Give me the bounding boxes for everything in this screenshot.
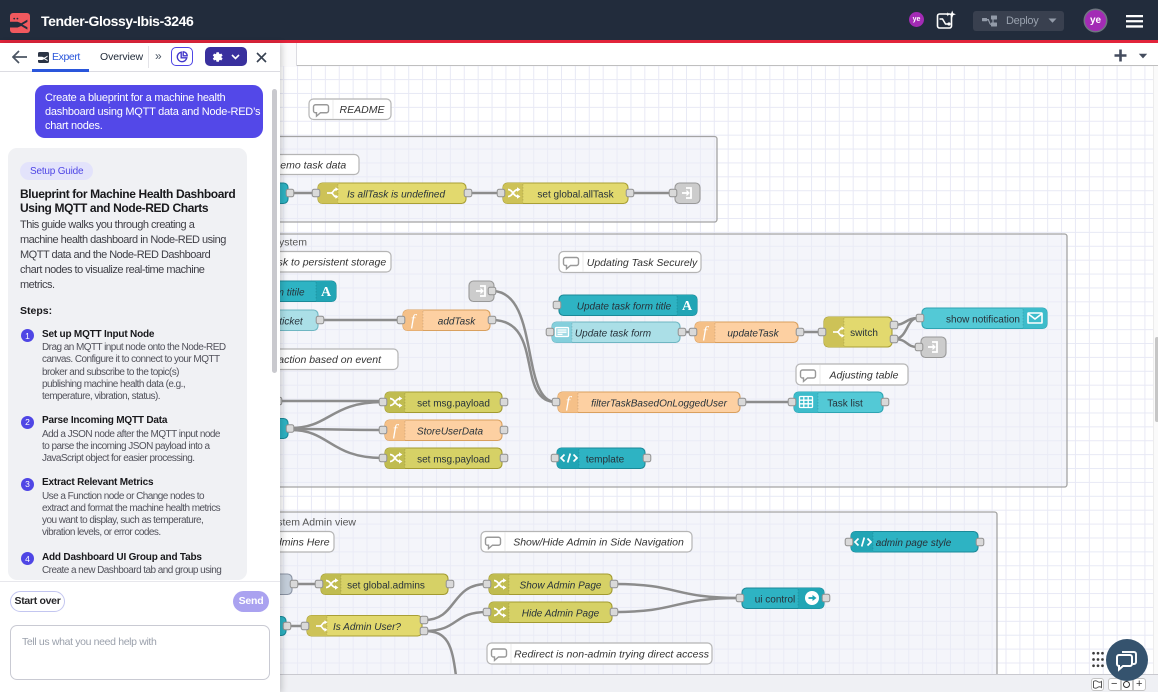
svg-text:set global.allTask: set global.allTask bbox=[537, 189, 614, 200]
svg-text:Update task form: Update task form bbox=[575, 328, 651, 339]
svg-text:Hide Admin Page: Hide Admin Page bbox=[522, 608, 600, 619]
svg-text:admin page style: admin page style bbox=[876, 538, 952, 549]
svg-text:Task list: Task list bbox=[827, 398, 863, 409]
svg-text:Is allTask is undefined: Is allTask is undefined bbox=[347, 189, 445, 200]
svg-text:switch: switch bbox=[850, 328, 878, 339]
svg-text:Task form titile: Task form titile bbox=[280, 287, 305, 298]
svg-text:Updating Task Securely: Updating Task Securely bbox=[587, 257, 698, 269]
svg-text:StoreUserData: StoreUserData bbox=[417, 426, 484, 437]
svg-text:Manage Admins Here: Manage Admins Here bbox=[280, 537, 330, 549]
svg-text:show notification: show notification bbox=[946, 314, 1020, 325]
svg-text:Saving task to persistent stor: Saving task to persistent storage bbox=[280, 257, 386, 269]
svg-text:Update task form title: Update task form title bbox=[577, 301, 672, 312]
svg-text:filterTaskBasedOnLoggedUser: filterTaskBasedOnLoggedUser bbox=[591, 398, 727, 409]
svg-text:updateTask: updateTask bbox=[727, 328, 779, 339]
svg-text:Show/Hide Admin in Side Naviga: Show/Hide Admin in Side Navigation bbox=[513, 537, 684, 549]
svg-text:addTask: addTask bbox=[438, 316, 476, 327]
svg-text:Tasks system: Tasks system bbox=[280, 237, 307, 249]
svg-text:ui control: ui control bbox=[755, 594, 796, 605]
svg-text:Add Task ticket: Add Task ticket bbox=[280, 316, 304, 327]
svg-text:Demo task data: Demo task data bbox=[280, 159, 346, 171]
svg-text:template: template bbox=[586, 454, 625, 465]
svg-text:Take action based on event: Take action based on event bbox=[280, 354, 382, 366]
svg-text:Redirect is non-admin trying d: Redirect is non-admin trying direct acce… bbox=[514, 648, 710, 660]
svg-text:Is Admin User?: Is Admin User? bbox=[333, 622, 401, 633]
svg-text:Adjusting table: Adjusting table bbox=[829, 369, 899, 381]
svg-text:set msg.payload: set msg.payload bbox=[417, 454, 490, 465]
svg-text:A: A bbox=[682, 299, 693, 314]
svg-text:set global.admins: set global.admins bbox=[347, 580, 425, 591]
svg-text:Tasks system Admin view: Tasks system Admin view bbox=[280, 517, 356, 529]
svg-text:set msg.payload: set msg.payload bbox=[417, 398, 490, 409]
svg-text:A: A bbox=[321, 285, 332, 300]
svg-text:README: README bbox=[340, 104, 386, 116]
svg-text:Show Admin Page: Show Admin Page bbox=[520, 580, 602, 591]
